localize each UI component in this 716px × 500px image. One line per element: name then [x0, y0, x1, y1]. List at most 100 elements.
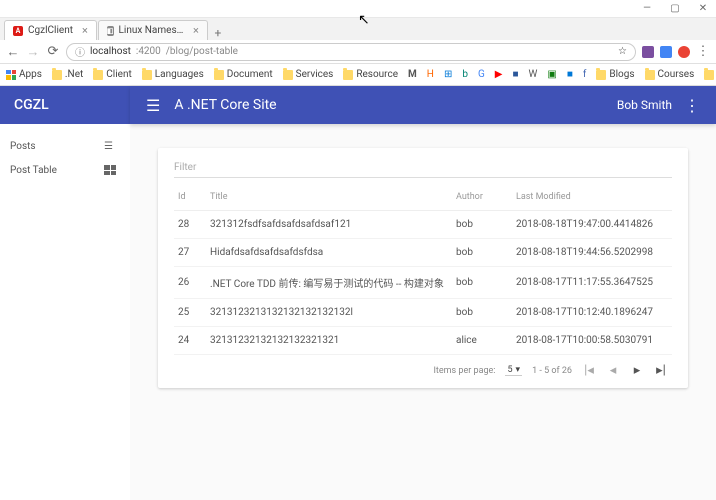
brand-logo: CGZL: [0, 86, 130, 124]
table-row[interactable]: 2432131232132132132321321alice2018-08-17…: [174, 327, 672, 355]
table-row[interactable]: 26.NET Core TDD 前传: 编写易于测试的代码 -- 构建对象bob…: [174, 267, 672, 299]
more-menu-icon[interactable]: ⋮: [684, 96, 700, 115]
cell-id: 27: [174, 239, 206, 267]
bookmark-star-icon[interactable]: ☆: [618, 46, 627, 57]
window-minimize-button[interactable]: —: [638, 3, 656, 14]
site-info-icon[interactable]: ⓘ: [75, 44, 85, 59]
cell-id: 28: [174, 211, 206, 239]
bookmark-folder[interactable]: Freelancing: [704, 69, 716, 80]
paginator: Items per page: 5▾ 1 - 5 of 26 |◂ ◂ ▸ ▸|: [174, 355, 672, 382]
page-range-label: 1 - 5 of 26: [532, 366, 572, 376]
bookmark-folder[interactable]: Courses: [645, 69, 695, 80]
chevron-down-icon: ▾: [516, 365, 521, 375]
table-row[interactable]: 28321312fsdfsafdsafdsafdsaf121bob2018-08…: [174, 211, 672, 239]
first-page-button[interactable]: |◂: [582, 363, 596, 378]
sidebar-item-label: Post Table: [10, 165, 57, 176]
sidebar-item-post-table[interactable]: Post Table: [0, 158, 130, 182]
bookmark-item[interactable]: H: [427, 69, 434, 80]
cell-id: 24: [174, 327, 206, 355]
bookmark-item[interactable]: G: [478, 69, 485, 80]
window-maximize-button[interactable]: ▢: [666, 3, 684, 14]
menu-icon[interactable]: ☰: [146, 96, 160, 115]
nav-reload-button[interactable]: ⟳: [46, 44, 60, 59]
page-size-select[interactable]: 5▾: [505, 365, 522, 376]
nav-forward-button[interactable]: →: [26, 44, 40, 60]
cell-title: 321312fsdfsafdsafdsafdsaf121: [206, 211, 452, 239]
bookmark-folder[interactable]: Client: [93, 69, 131, 80]
url-host: localhost: [90, 46, 131, 57]
cell-modified: 2018-08-18T19:44:56.5202998: [512, 239, 672, 267]
tab-close-icon[interactable]: ×: [193, 24, 199, 37]
bookmark-item[interactable]: f: [583, 69, 586, 80]
cell-modified: 2018-08-17T11:17:55.3647525: [512, 267, 672, 299]
tab-label: Linux Namespace : User: [119, 25, 185, 36]
url-port: :4200: [136, 46, 161, 57]
browser-tab-strip: A CgzlClient × ◧ Linux Namespace : User …: [0, 18, 716, 40]
table-icon: [104, 165, 116, 175]
column-header-modified[interactable]: Last Modified: [512, 184, 672, 211]
items-per-page-label: Items per page:: [433, 366, 495, 376]
bookmark-folder[interactable]: .Net: [52, 69, 83, 80]
browser-tab[interactable]: ◧ Linux Namespace : User ×: [98, 20, 208, 40]
extension-icons: ⋮: [642, 44, 710, 59]
bookmark-item[interactable]: ■: [567, 69, 573, 80]
posts-table: Id Title Author Last Modified 28321312fs…: [174, 184, 672, 355]
bookmark-item[interactable]: ⊞: [444, 69, 452, 80]
extension-icon[interactable]: [660, 46, 672, 58]
angular-icon: A: [13, 26, 23, 36]
browser-menu-icon[interactable]: ⋮: [696, 44, 710, 59]
column-header-title[interactable]: Title: [206, 184, 452, 211]
data-card: Id Title Author Last Modified 28321312fs…: [158, 148, 688, 388]
table-row[interactable]: 27Hidafdsafdsafdsafdsfdsabob2018-08-18T1…: [174, 239, 672, 267]
last-page-button[interactable]: ▸|: [654, 363, 668, 378]
cell-title: 32131232132132132321321: [206, 327, 452, 355]
bookmark-item[interactable]: W: [529, 69, 538, 80]
tab-label: CgzlClient: [28, 25, 73, 36]
bookmark-item[interactable]: ▶: [495, 69, 503, 80]
prev-page-button[interactable]: ◂: [606, 363, 620, 378]
bookmark-item[interactable]: ▣: [547, 69, 556, 80]
bookmark-folder[interactable]: Languages: [142, 69, 204, 80]
bookmark-folder[interactable]: Blogs: [596, 69, 634, 80]
app-title: A .NET Core Site: [174, 97, 617, 113]
sidebar-item-posts[interactable]: Posts: [0, 134, 130, 158]
extension-icon[interactable]: [678, 46, 690, 58]
table-row[interactable]: 253213123213132132132132132lbob2018-08-1…: [174, 299, 672, 327]
bookmark-item[interactable]: M: [408, 69, 417, 80]
cell-id: 26: [174, 267, 206, 299]
cell-modified: 2018-08-18T19:47:00.4414826: [512, 211, 672, 239]
address-bar[interactable]: ⓘ localhost :4200/blog/post-table ☆: [66, 43, 636, 61]
cell-author: bob: [452, 211, 512, 239]
cell-modified: 2018-08-17T10:00:58.5030791: [512, 327, 672, 355]
cell-author: bob: [452, 239, 512, 267]
bookmark-item[interactable]: b: [462, 69, 468, 80]
cell-title: 3213123213132132132132132l: [206, 299, 452, 327]
bookmark-folder[interactable]: Document: [214, 69, 273, 80]
new-tab-button[interactable]: +: [209, 26, 227, 40]
column-header-id[interactable]: Id: [174, 184, 206, 211]
apps-shortcut[interactable]: Apps: [6, 69, 42, 80]
cell-title: Hidafdsafdsafdsafdsfdsa: [206, 239, 452, 267]
url-path: /blog/post-table: [166, 46, 238, 57]
bookmark-item[interactable]: ■: [512, 69, 518, 80]
filter-input[interactable]: [174, 158, 672, 178]
bookmarks-bar: Apps .Net Client Languages Document Serv…: [0, 64, 716, 86]
window-close-button[interactable]: ✕: [694, 3, 712, 14]
cell-modified: 2018-08-17T10:12:40.1896247: [512, 299, 672, 327]
tab-close-icon[interactable]: ×: [82, 24, 88, 37]
sidebar: CGZL Posts Post Table: [0, 86, 130, 500]
cell-id: 25: [174, 299, 206, 327]
cell-author: bob: [452, 299, 512, 327]
extension-icon[interactable]: [642, 46, 654, 58]
next-page-button[interactable]: ▸: [630, 363, 644, 378]
cell-author: bob: [452, 267, 512, 299]
bookmark-folder[interactable]: Resource: [343, 69, 398, 80]
nav-back-button[interactable]: ←: [6, 44, 20, 60]
user-name[interactable]: Bob Smith: [617, 98, 672, 112]
bookmark-folder[interactable]: Services: [283, 69, 334, 80]
column-header-author[interactable]: Author: [452, 184, 512, 211]
cell-author: alice: [452, 327, 512, 355]
page-icon: ◧: [107, 26, 114, 36]
sidebar-item-label: Posts: [10, 141, 36, 152]
browser-tab-active[interactable]: A CgzlClient ×: [4, 20, 97, 40]
